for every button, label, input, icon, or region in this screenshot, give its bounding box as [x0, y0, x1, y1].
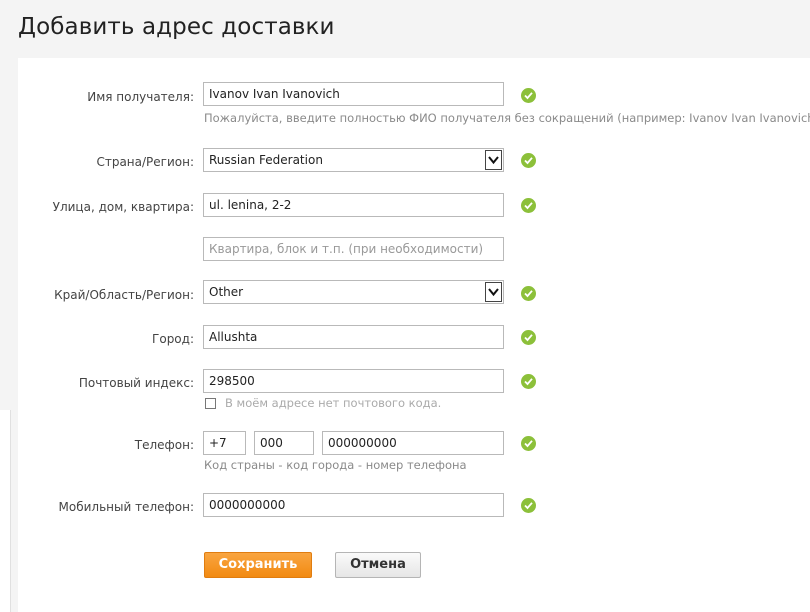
postal-label: Почтовый индекс:: [78, 376, 194, 390]
mobile-label: Мобильный телефон:: [58, 500, 195, 514]
mobile-input[interactable]: 0000000000: [203, 493, 504, 517]
save-button[interactable]: Сохранить: [204, 552, 312, 578]
country-selected-value: Russian Federation: [209, 153, 323, 167]
address-form: Имя получателя: Ivanov Ivan Ivanovich По…: [18, 58, 810, 612]
phone-number-input[interactable]: 000000000: [322, 431, 504, 455]
postal-valid-check-icon: [521, 374, 536, 389]
city-valid-check-icon: [521, 330, 536, 345]
phone-country-code-input[interactable]: +7: [203, 431, 246, 455]
recipient-hint: Пожалуйста, введите полностью ФИО получа…: [204, 111, 810, 125]
country-select[interactable]: Russian Federation: [203, 148, 504, 172]
phone-hint: Код страны - код города - номер телефона: [204, 458, 467, 472]
region-label: Край/Область/Регион:: [54, 288, 194, 302]
country-label: Страна/Регион:: [96, 155, 194, 169]
cancel-button[interactable]: Отмена: [335, 552, 421, 578]
apartment-input[interactable]: Квартира, блок и т.п. (при необходимости…: [203, 237, 504, 261]
street-label: Улица, дом, квартира:: [52, 200, 194, 214]
page-title: Добавить адрес доставки: [18, 14, 335, 40]
side-panel-edge: [0, 410, 11, 612]
city-label: Город:: [152, 332, 194, 346]
mobile-valid-check-icon: [521, 498, 536, 513]
region-valid-check-icon: [521, 286, 536, 301]
country-valid-check-icon: [521, 153, 536, 168]
phone-area-code-input[interactable]: 000: [254, 431, 314, 455]
chevron-down-icon[interactable]: [485, 150, 502, 170]
chevron-down-icon[interactable]: [485, 282, 502, 302]
region-selected-value: Other: [209, 285, 244, 299]
street-input[interactable]: ul. lenina, 2-2: [203, 193, 504, 217]
phone-label: Телефон:: [134, 438, 194, 452]
region-select[interactable]: Other: [203, 280, 504, 304]
no-postal-code-label: В моём адресе нет почтового кода.: [225, 396, 442, 410]
street-valid-check-icon: [521, 198, 536, 213]
no-postal-code-checkbox[interactable]: [205, 398, 216, 409]
postal-input[interactable]: 298500: [203, 369, 504, 393]
phone-valid-check-icon: [521, 436, 536, 451]
city-input[interactable]: Allushta: [203, 325, 504, 349]
recipient-input[interactable]: Ivanov Ivan Ivanovich: [203, 82, 504, 106]
recipient-valid-check-icon: [521, 88, 536, 103]
recipient-label: Имя получателя:: [87, 90, 194, 104]
